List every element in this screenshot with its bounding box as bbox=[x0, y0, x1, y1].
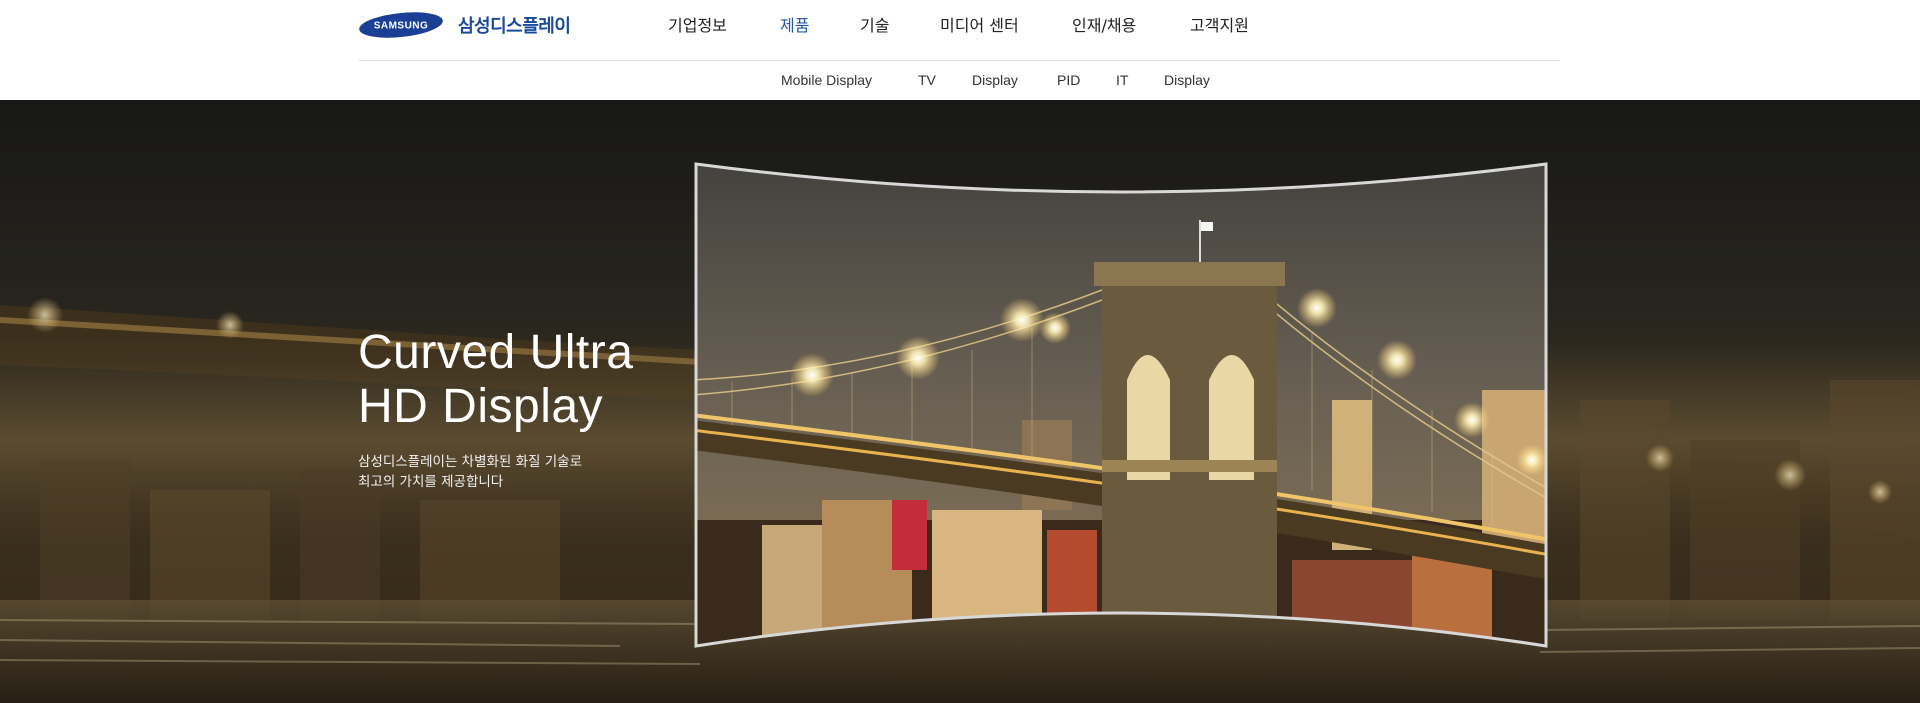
hero-copy: Curved Ultra HD Display 삼성디스플레이는 차별화된 화질… bbox=[358, 326, 678, 506]
main-navigation: 기업정보 제품 기술 미디어 센터 인재/채용 고객지원 bbox=[0, 12, 1920, 38]
hero-desc-line-2: 최고의 가치를 제공합니다 bbox=[358, 474, 504, 490]
hero-banner: Curved Ultra HD Display 삼성디스플레이는 차별화된 화질… bbox=[0, 100, 1920, 703]
subnav-item-tv[interactable]: TV bbox=[918, 72, 936, 88]
nav-item-products[interactable]: 제품 bbox=[780, 12, 809, 36]
hero-title-line-2: HD Display bbox=[358, 380, 604, 433]
hero-title-line-1: Curved Ultra bbox=[358, 326, 634, 379]
site-header: SAMSUNG 삼성디스플레이 기업정보 제품 기술 미디어 센터 인재/채용 … bbox=[0, 0, 1920, 100]
hero-desc-line-1: 삼성디스플레이는 차별화된 화질 기술로 bbox=[358, 454, 583, 470]
nav-item-support[interactable]: 고객지원 bbox=[1190, 12, 1249, 36]
nav-item-technology[interactable]: 기술 bbox=[860, 12, 889, 36]
subnav-item-it[interactable]: IT bbox=[1116, 72, 1128, 88]
curved-display-image bbox=[692, 160, 1550, 650]
subnav-item-mobile-display[interactable]: Mobile Display bbox=[781, 72, 872, 88]
subnav-item-display-2[interactable]: Display bbox=[1164, 72, 1210, 88]
hero-title: Curved Ultra HD Display bbox=[358, 326, 678, 434]
hero-description: 삼성디스플레이는 차별화된 화질 기술로 최고의 가치를 제공합니다 bbox=[358, 452, 678, 492]
subnav-item-display[interactable]: Display bbox=[972, 72, 1018, 88]
nav-item-company[interactable]: 기업정보 bbox=[668, 12, 727, 36]
header-divider bbox=[358, 60, 1560, 61]
sub-navigation: Mobile Display TV Display PID IT Display bbox=[0, 72, 1920, 92]
nav-item-careers[interactable]: 인재/채용 bbox=[1072, 12, 1136, 36]
nav-item-media-center[interactable]: 미디어 센터 bbox=[940, 12, 1019, 36]
subnav-item-pid[interactable]: PID bbox=[1057, 72, 1080, 88]
